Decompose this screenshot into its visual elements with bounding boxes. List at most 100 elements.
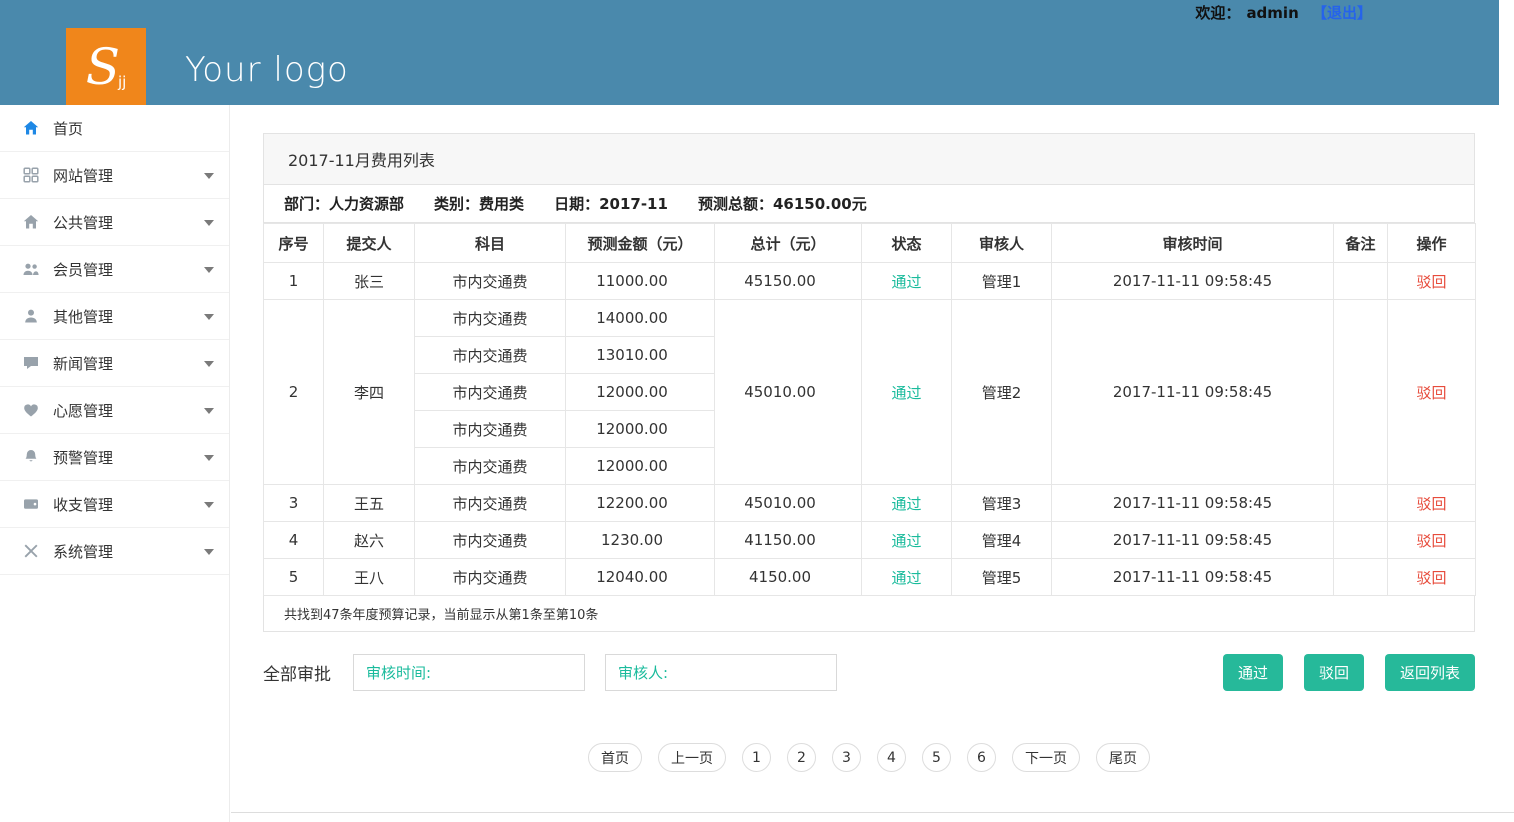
page-number-5-button[interactable]: 5: [922, 743, 951, 772]
sidebar-item-1[interactable]: 首页: [0, 105, 229, 152]
chevron-down-icon[interactable]: [204, 314, 214, 320]
status-pass-link[interactable]: 通过: [891, 273, 921, 291]
column-header: 备注: [1334, 224, 1388, 263]
cell-seq: 4: [264, 522, 324, 559]
cell-status: 通过: [862, 485, 952, 522]
approve-button[interactable]: 通过: [1223, 654, 1283, 691]
cell-subject: 市内交通费: [415, 337, 566, 374]
cell-amount: 1230.00: [566, 522, 715, 559]
sidebar-item-8[interactable]: 预警管理: [0, 434, 229, 481]
logo: S jj: [66, 28, 146, 105]
filter-label: 日期：: [554, 195, 599, 213]
cell-amount: 12000.00: [566, 374, 715, 411]
page-next-button[interactable]: 下一页: [1012, 743, 1080, 772]
column-header: 科目: [415, 224, 566, 263]
filter-item: 日期：2017-11: [554, 193, 668, 214]
wallet-icon: [22, 495, 42, 513]
status-pass-link[interactable]: 通过: [891, 495, 921, 513]
logo-letter: S: [86, 42, 120, 92]
cell-total: 45010.00: [715, 485, 862, 522]
status-pass-link[interactable]: 通过: [891, 532, 921, 550]
status-pass-link[interactable]: 通过: [891, 569, 921, 587]
cell-seq: 3: [264, 485, 324, 522]
grid-icon: [22, 166, 42, 184]
summary-bar: 共找到47条年度预算记录，当前显示从第1条至第10条: [263, 596, 1475, 632]
filter-item: 类别：费用类: [434, 193, 524, 214]
cell-status: 通过: [862, 522, 952, 559]
sidebar-item-5[interactable]: 其他管理: [0, 293, 229, 340]
cell-subject: 市内交通费: [415, 485, 566, 522]
filter-label: 部门：: [284, 195, 329, 213]
tools-icon: [22, 542, 42, 560]
page-number-4-button[interactable]: 4: [877, 743, 906, 772]
cell-auditor: 管理5: [952, 559, 1052, 596]
sidebar-item-4[interactable]: 会员管理: [0, 246, 229, 293]
cell-amount: 12000.00: [566, 411, 715, 448]
expense-table: 序号提交人科目预测金额（元）总计（元）状态审核人审核时间备注操作 1张三市内交通…: [263, 223, 1476, 596]
page-last-button[interactable]: 尾页: [1096, 743, 1150, 772]
cell-seq: 2: [264, 300, 324, 485]
reject-button[interactable]: 驳回: [1304, 654, 1364, 691]
page-number-1-button[interactable]: 1: [742, 743, 771, 772]
pagination: 首页上一页 123456 下一页尾页: [263, 743, 1475, 772]
reject-link[interactable]: 驳回: [1416, 495, 1446, 513]
sidebar-item-9[interactable]: 收支管理: [0, 481, 229, 528]
logo-text: Your logo: [185, 50, 349, 90]
page-number-3-button[interactable]: 3: [832, 743, 861, 772]
cell-remark: [1334, 300, 1388, 485]
reject-link[interactable]: 驳回: [1416, 273, 1446, 291]
sidebar-item-label: 公共管理: [53, 212, 113, 233]
chevron-down-icon[interactable]: [204, 502, 214, 508]
sidebar-item-2[interactable]: 网站管理: [0, 152, 229, 199]
cell-total: 45010.00: [715, 300, 862, 485]
chevron-down-icon[interactable]: [204, 455, 214, 461]
auditor-input[interactable]: [605, 654, 837, 691]
chevron-down-icon[interactable]: [204, 361, 214, 367]
sidebar-item-3[interactable]: 公共管理: [0, 199, 229, 246]
home-icon: [22, 119, 42, 137]
page-first-button[interactable]: 首页: [588, 743, 642, 772]
cell-remark: [1334, 485, 1388, 522]
approve-all-label: 全部审批: [263, 660, 331, 685]
sidebar-item-6[interactable]: 新闻管理: [0, 340, 229, 387]
filter-label: 类别：: [434, 195, 479, 213]
cell-amount: 11000.00: [566, 263, 715, 300]
table-row: 2李四市内交通费14000.0045010.00通过管理22017-11-11 …: [264, 300, 1476, 337]
sidebar: 首页网站管理公共管理会员管理其他管理新闻管理心愿管理预警管理收支管理系统管理: [0, 105, 230, 822]
cell-subject: 市内交通费: [415, 448, 566, 485]
sidebar-item-label: 网站管理: [53, 165, 113, 186]
cell-auditor: 管理4: [952, 522, 1052, 559]
sidebar-item-label: 心愿管理: [53, 400, 113, 421]
chevron-down-icon[interactable]: [204, 267, 214, 273]
reject-link[interactable]: 驳回: [1416, 532, 1446, 550]
chevron-down-icon[interactable]: [204, 408, 214, 414]
cell-action: 驳回: [1388, 522, 1476, 559]
reject-link[interactable]: 驳回: [1416, 384, 1446, 402]
chevron-down-icon[interactable]: [204, 220, 214, 226]
audit-time-input[interactable]: [353, 654, 585, 691]
filter-label: 预测总额：: [698, 195, 773, 213]
cell-submitter: 王八: [324, 559, 415, 596]
page-number-2-button[interactable]: 2: [787, 743, 816, 772]
user-icon: [22, 307, 42, 325]
back-to-list-button[interactable]: 返回列表: [1385, 654, 1475, 691]
page-prev-button[interactable]: 上一页: [658, 743, 726, 772]
sidebar-item-7[interactable]: 心愿管理: [0, 387, 229, 434]
cell-submitter: 赵六: [324, 522, 415, 559]
logout-link[interactable]: 【退出】: [1312, 4, 1372, 22]
column-header: 状态: [862, 224, 952, 263]
cell-amount: 12000.00: [566, 448, 715, 485]
page-number-6-button[interactable]: 6: [967, 743, 996, 772]
page-title: 2017-11月费用列表: [288, 147, 435, 171]
cell-seq: 5: [264, 559, 324, 596]
chevron-down-icon[interactable]: [204, 173, 214, 179]
status-pass-link[interactable]: 通过: [891, 384, 921, 402]
sidebar-item-10[interactable]: 系统管理: [0, 528, 229, 575]
cell-audit-time: 2017-11-11 09:58:45: [1052, 559, 1334, 596]
filter-item: 预测总额：46150.00元: [698, 193, 867, 214]
reject-link[interactable]: 驳回: [1416, 569, 1446, 587]
cell-auditor: 管理1: [952, 263, 1052, 300]
sidebar-item-label: 新闻管理: [53, 353, 113, 374]
chevron-down-icon[interactable]: [204, 549, 214, 555]
logo-sub-letters: jj: [118, 73, 126, 91]
